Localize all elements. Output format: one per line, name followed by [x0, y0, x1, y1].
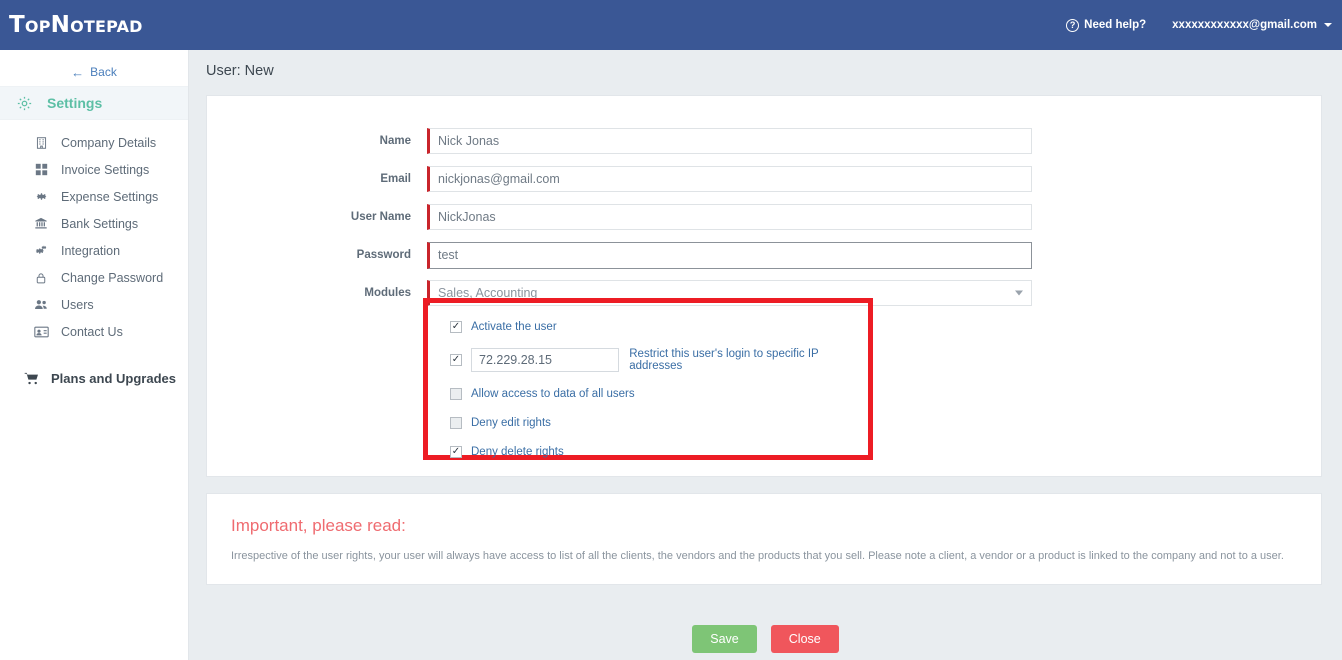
close-button[interactable]: Close	[770, 625, 839, 653]
sidebar-item-invoice-settings[interactable]: Invoice Settings	[0, 156, 188, 183]
main-content: User: New Name Nick Jonas Email nickjona…	[189, 50, 1342, 660]
sidebar-item-label: Company Details	[61, 135, 157, 150]
need-help-link[interactable]: ? Need help?	[1066, 18, 1147, 32]
form-row-name: Name Nick Jonas	[207, 122, 1321, 160]
deny-edit-rights-checkbox[interactable]	[450, 416, 462, 429]
password-input[interactable]: test	[427, 241, 1032, 269]
email-input[interactable]: nickjonas@gmail.com	[427, 166, 1032, 192]
name-label: Name	[379, 135, 411, 147]
cart-icon	[22, 372, 40, 385]
grid-icon	[32, 163, 50, 176]
form-row-email: Email nickjonas@gmail.com	[207, 160, 1321, 198]
sidebar-item-plans-and-upgrades[interactable]: Plans and Upgrades	[0, 365, 188, 392]
important-note-card: Important, please read: Irrespective of …	[206, 493, 1322, 585]
important-note-title: Important, please read:	[231, 516, 406, 535]
bank-icon	[32, 217, 50, 230]
save-button[interactable]: Save	[692, 625, 757, 653]
need-help-label: Need help?	[1084, 19, 1147, 31]
activate-user-checkbox[interactable]: ✓	[450, 320, 462, 333]
arrow-left-icon: ←	[71, 64, 85, 80]
sidebar-item-change-password[interactable]: Change Password	[0, 264, 188, 291]
form-row-password: Password test	[207, 236, 1321, 274]
sidebar-section-settings[interactable]: Settings	[0, 86, 188, 120]
sidebar-nav-list: Company Details Invoice Settings Expense…	[0, 129, 188, 392]
user-name-label: User Name	[350, 211, 411, 223]
sidebar-item-label: Bank Settings	[61, 216, 139, 231]
ip-restrict-note: Restrict this user's login to specific I…	[629, 348, 819, 372]
sidebar-item-label: Expense Settings	[61, 189, 159, 204]
back-row: ← Back	[0, 58, 188, 86]
building-icon	[32, 136, 50, 150]
user-account-menu[interactable]: xxxxxxxxxxxx@gmail.com	[1172, 19, 1332, 31]
password-label: Password	[356, 249, 411, 261]
ip-restrict-checkbox[interactable]: ✓	[450, 354, 462, 366]
deny-delete-rights-row: ✓ Deny delete rights	[450, 437, 868, 466]
activate-user-row: ✓ Activate the user	[450, 312, 868, 341]
contact-card-icon	[32, 326, 50, 338]
ip-address-input[interactable]: 72.229.28.15	[471, 348, 620, 372]
permissions-highlight-box: ✓ Activate the user ✓ 72.229.28.15 Restr…	[423, 298, 873, 460]
sidebar-item-label: Integration	[61, 243, 121, 258]
sidebar-item-label: Invoice Settings	[61, 162, 150, 177]
sidebar-item-contact-us[interactable]: Contact Us	[0, 318, 188, 345]
deny-edit-rights-label: Deny edit rights	[471, 416, 551, 429]
page-title: User: New	[206, 63, 274, 79]
name-input[interactable]: Nick Jonas	[427, 128, 1032, 154]
sidebar-item-company-details[interactable]: Company Details	[0, 129, 188, 156]
deny-delete-rights-checkbox[interactable]: ✓	[450, 445, 462, 458]
sidebar-item-label: Change Password	[61, 270, 164, 285]
sidebar-item-expense-settings[interactable]: Expense Settings	[0, 183, 188, 210]
user-email-label: xxxxxxxxxxxx@gmail.com	[1172, 19, 1317, 31]
lock-icon	[32, 271, 50, 285]
sidebar-item-label: Contact Us	[61, 324, 123, 339]
sidebar-item-users[interactable]: Users	[0, 291, 188, 318]
header-right-group: ? Need help? xxxxxxxxxxxx@gmail.com	[1066, 18, 1332, 32]
question-circle-icon: ?	[1066, 18, 1080, 32]
sidebar-item-integration[interactable]: Integration	[0, 237, 188, 264]
deny-edit-rights-row: Deny edit rights	[450, 408, 868, 437]
sidebar-section-label: Settings	[47, 95, 103, 111]
allow-access-all-users-label: Allow access to data of all users	[471, 387, 635, 400]
gears-icon	[32, 244, 50, 257]
modules-label: Modules	[364, 287, 411, 299]
caret-down-icon	[1015, 290, 1023, 296]
user-form-card: Name Nick Jonas Email nickjonas@gmail.co…	[206, 95, 1322, 477]
email-label: Email	[380, 173, 411, 185]
chevron-down-icon	[1324, 23, 1332, 27]
gear-icon	[14, 95, 34, 112]
back-label: Back	[90, 65, 117, 79]
allow-access-all-users-checkbox[interactable]	[450, 387, 462, 400]
sidebar-item-label: Users	[61, 297, 94, 312]
form-row-user-name: User Name NickJonas	[207, 198, 1321, 236]
ip-restrict-row: ✓ 72.229.28.15 Restrict this user's logi…	[450, 341, 868, 379]
deny-delete-rights-label: Deny delete rights	[471, 445, 564, 458]
user-name-input[interactable]: NickJonas	[427, 204, 1032, 230]
activate-user-label: Activate the user	[471, 320, 557, 333]
sidebar-item-bank-settings[interactable]: Bank Settings	[0, 210, 188, 237]
app-logo[interactable]: TopNotepad	[9, 12, 143, 38]
form-action-buttons: Save Close	[189, 625, 1342, 653]
sidebar-item-label: Plans and Upgrades	[51, 371, 176, 386]
top-header-bar: TopNotepad ? Need help? xxxxxxxxxxxx@gma…	[0, 0, 1342, 50]
sidebar: ← Back Settings Company Details Invoice …	[0, 50, 189, 660]
users-icon	[32, 298, 50, 311]
important-note-body: Irrespective of the user rights, your us…	[231, 550, 1284, 562]
allow-access-all-users-row: Allow access to data of all users	[450, 379, 868, 408]
back-link[interactable]: ← Back	[71, 65, 117, 79]
cog-icon	[32, 190, 50, 203]
